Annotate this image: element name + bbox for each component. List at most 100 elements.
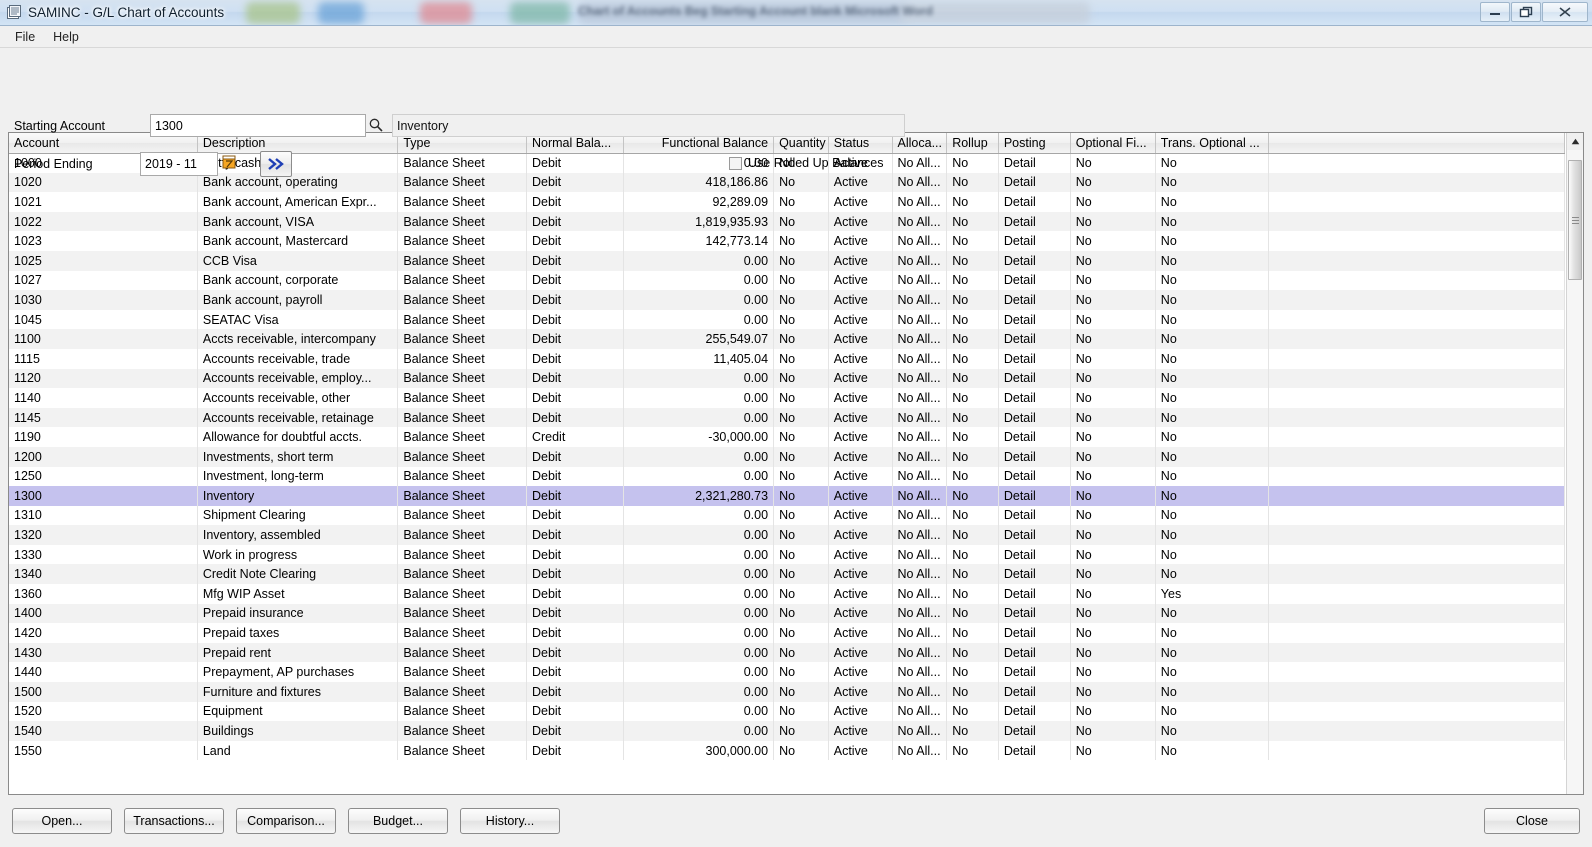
cell-rollup: No: [946, 290, 999, 310]
cell-normal: Debit: [526, 525, 625, 545]
use-rolled-up-balances-checkbox[interactable]: [729, 156, 742, 170]
use-rolled-up-balances-control[interactable]: Use Rolled Up Balances: [729, 156, 884, 170]
restore-icon: [1519, 6, 1533, 18]
cell-type: Balance Sheet: [397, 721, 527, 741]
table-row[interactable]: 1340 Credit Note Clearing Balance Sheet Deb…: [9, 564, 1565, 585]
cell-type: Balance Sheet: [397, 192, 527, 212]
cell-optional: No: [1070, 231, 1156, 251]
close-dialog-button[interactable]: Close: [1484, 808, 1580, 834]
starting-account-input[interactable]: [150, 114, 366, 137]
column-header-transopt[interactable]: Trans. Optional ...: [1155, 133, 1270, 154]
table-row[interactable]: 1020 Bank account, operating Balance Sheet…: [9, 172, 1565, 193]
column-header-rollup[interactable]: Rollup: [946, 133, 999, 154]
scrollbar-track[interactable]: [1567, 150, 1583, 794]
table-row[interactable]: 1100 Accts receivable, intercompany Balanc…: [9, 329, 1565, 349]
transactions-button[interactable]: Transactions...: [124, 808, 224, 834]
column-header-optional[interactable]: Optional Fi...: [1070, 133, 1156, 154]
table-row[interactable]: 1022 Bank account, VISA Balance Sheet Debit…: [9, 211, 1565, 232]
cell-description: Mfg WIP Asset: [197, 584, 399, 604]
table-row[interactable]: 1500 Furniture and fixtures Balance Sheet D…: [9, 682, 1565, 702]
open-button[interactable]: Open...: [12, 808, 112, 834]
cell-optional: No: [1070, 407, 1156, 428]
table-row[interactable]: 1190 Allowance for doubtful accts. Balance…: [9, 427, 1565, 447]
table-row[interactable]: 1250 Investment, long-term Balance Sheet De…: [9, 466, 1565, 487]
comparison-button[interactable]: Comparison...: [236, 808, 336, 834]
table-row[interactable]: 1520 Equipment Balance Sheet Debit 0.00 No Act…: [9, 701, 1565, 722]
cell-type: Balance Sheet: [397, 231, 527, 251]
vertical-scrollbar[interactable]: [1566, 133, 1583, 794]
cell-posting: Detail: [998, 192, 1071, 212]
table-row[interactable]: 1430 Prepaid rent Balance Sheet Debit 0.00 No…: [9, 642, 1565, 663]
cell-quantity: No: [773, 701, 829, 722]
table-row[interactable]: 1440 Prepayment, AP purchases Balance Shee…: [9, 662, 1565, 683]
column-header-posting[interactable]: Posting: [998, 133, 1071, 154]
table-row[interactable]: 1115 Accounts receivable, trade Balance Sh…: [9, 348, 1565, 369]
table-row[interactable]: 1400 Prepaid insurance Balance Sheet Debit 0…: [9, 603, 1565, 624]
scrollbar-thumb[interactable]: [1568, 160, 1582, 281]
calendar-icon[interactable]: [222, 154, 236, 170]
table-row[interactable]: 1200 Investments, short term Balance Sheet…: [9, 446, 1565, 467]
table-row[interactable]: 1320 Inventory, assembled Balance Sheet Deb…: [9, 525, 1565, 545]
cell-transopt: No: [1155, 525, 1270, 545]
cell-transopt: No: [1155, 250, 1270, 271]
minimize-button[interactable]: [1480, 2, 1510, 22]
table-row[interactable]: 1027 Bank account, corporate Balance Sheet…: [9, 270, 1565, 291]
cell-filler: [1268, 388, 1565, 408]
close-button[interactable]: [1542, 2, 1588, 22]
go-button[interactable]: [260, 151, 292, 177]
cell-description: Land: [197, 740, 399, 761]
cell-description: Bank account, VISA: [197, 211, 399, 232]
cell-normal: Credit: [526, 427, 625, 447]
menu-item-file[interactable]: File: [6, 28, 44, 46]
table-row[interactable]: 1360 Mfg WIP Asset Balance Sheet Debit 0.00 N…: [9, 584, 1565, 604]
budget-button[interactable]: Budget...: [348, 808, 448, 834]
cell-rollup: No: [946, 446, 999, 467]
table-row[interactable]: 1045 SEATAC Visa Balance Sheet Debit 0.00 No A…: [9, 309, 1565, 330]
cell-balance: 0.00: [623, 505, 775, 526]
table-row[interactable]: 1310 Shipment Clearing Balance Sheet Debit 0…: [9, 505, 1565, 526]
cell-alloca: No All...: [892, 446, 948, 467]
cell-type: Balance Sheet: [397, 525, 527, 545]
table-row[interactable]: 1550 Land Balance Sheet Debit 300,000.00 No Ac…: [9, 740, 1565, 761]
table-row[interactable]: 1025 CCB Visa Balance Sheet Debit 0.00 No Acti…: [9, 250, 1565, 271]
cell-normal: Debit: [526, 564, 625, 585]
cell-optional: No: [1070, 486, 1156, 506]
app-window-icon: [6, 4, 22, 21]
cell-balance: 0.00: [623, 701, 775, 722]
cell-account: 1145: [9, 407, 198, 428]
history-button[interactable]: History...: [460, 808, 560, 834]
search-icon[interactable]: [368, 117, 384, 133]
table-row[interactable]: 1140 Accounts receivable, other Balance Sh…: [9, 388, 1565, 408]
table-row[interactable]: 1420 Prepaid taxes Balance Sheet Debit 0.00 N…: [9, 623, 1565, 643]
cell-quantity: No: [773, 446, 829, 467]
table-row[interactable]: 1023 Bank account, Mastercard Balance Shee…: [9, 231, 1565, 251]
table-row[interactable]: 1030 Bank account, payroll Balance Sheet De…: [9, 290, 1565, 310]
cell-transopt: No: [1155, 309, 1270, 330]
cell-status: Active: [828, 172, 893, 193]
cell-normal: Debit: [526, 231, 625, 251]
cell-optional: No: [1070, 368, 1156, 389]
cell-status: Active: [828, 250, 893, 271]
cell-optional: No: [1070, 270, 1156, 291]
table-row[interactable]: 1145 Accounts receivable, retainage Balanc…: [9, 407, 1565, 428]
cell-balance: 0.00: [623, 309, 775, 330]
cell-posting: Detail: [998, 388, 1071, 408]
restore-button[interactable]: [1511, 2, 1541, 22]
table-row[interactable]: 1540 Buildings Balance Sheet Debit 0.00 No Act…: [9, 721, 1565, 741]
cell-alloca: No All...: [892, 270, 948, 291]
criteria-panel: Starting Account Period Ending: [0, 48, 1592, 177]
cell-status: Active: [828, 368, 893, 389]
table-row[interactable]: 1330 Work in progress Balance Sheet Debit 0.…: [9, 544, 1565, 565]
cell-balance: -30,000.00: [623, 427, 775, 447]
cell-transopt: No: [1155, 466, 1270, 487]
menu-item-help[interactable]: Help: [44, 28, 88, 46]
cell-description: Prepayment, AP purchases: [197, 662, 399, 683]
table-row[interactable]: 1120 Accounts receivable, employ... Balanc…: [9, 368, 1565, 389]
cell-filler: [1268, 270, 1565, 291]
table-row[interactable]: 1300 Inventory Balance Sheet Debit 2,321,280…: [9, 486, 1565, 506]
cell-rollup: No: [946, 211, 999, 232]
scroll-up-button[interactable]: [1567, 133, 1583, 150]
cell-balance: 0.00: [623, 270, 775, 291]
period-ending-input[interactable]: [140, 152, 218, 176]
table-row[interactable]: 1021 Bank account, American Expr... Balanc…: [9, 192, 1565, 212]
